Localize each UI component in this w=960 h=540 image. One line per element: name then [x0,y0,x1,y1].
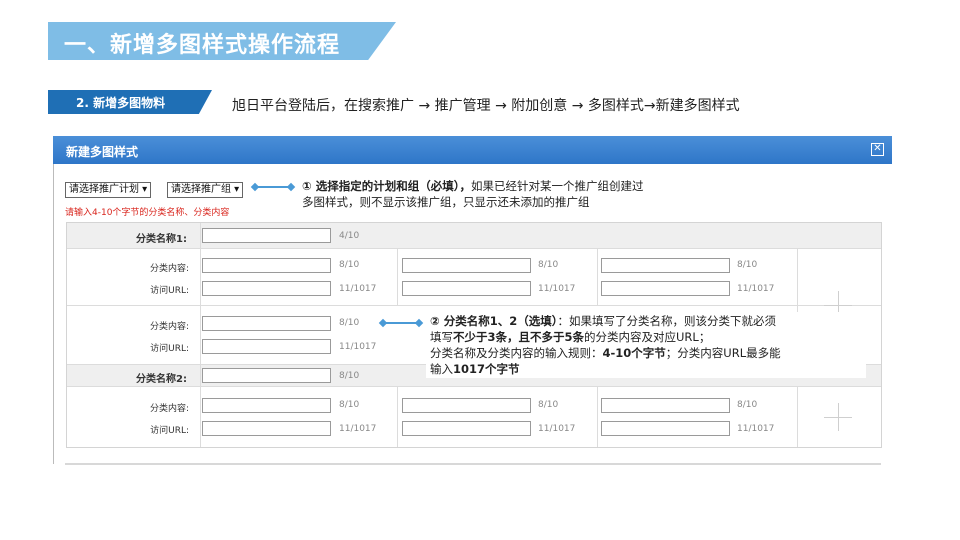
url-input[interactable] [202,421,331,436]
annotation-2-bold: ② 分类名称1、2（选填） [430,314,558,328]
url-counter: 11/1017 [339,424,377,434]
annotation-2-text: ：如果填写了分类名称，则该分类下就必须 [557,314,777,328]
content-counter: 8/10 [339,318,360,328]
annotation-1-bold: ① 选择指定的计划和组（必填）， [302,179,471,193]
divider [597,386,598,447]
content-label: 分类内容: [149,404,189,414]
url-input[interactable] [402,421,531,436]
category1-label: 分类名称1: [136,234,187,245]
divider [397,248,398,305]
url-input[interactable] [402,281,531,296]
url-counter: 11/1017 [538,284,576,294]
url-counter: 11/1017 [737,424,775,434]
annotation-2-line4b: 1017个字节 [453,362,520,376]
url-label: 访问URL: [150,426,189,436]
content-input[interactable] [202,258,331,273]
annotation-2-line2a: 填写 [430,330,453,344]
annotation-1-text: 如果已经针对某一个推广组创建过 [471,179,644,193]
content-counter: 8/10 [339,400,360,410]
content-counter: 8/10 [737,260,758,270]
annotation-1: ① 选择指定的计划和组（必填），如果已经针对某一个推广组创建过 多图样式，则不显… [302,178,644,210]
annotation-2-line3b: 4-10个字节 [602,346,666,360]
content-input[interactable] [202,398,331,413]
url-counter: 11/1017 [339,284,377,294]
annotation-2-line3c: ；分类内容URL最多能 [665,346,781,360]
annotation-1-line2: 多图样式，则不显示该推广组，只显示还未添加的推广组 [302,195,590,209]
url-counter: 11/1017 [339,342,377,352]
dialog-bottom-border [65,463,881,465]
navigation-path-text: 旭日平台登陆后，在搜索推广 → 推广管理 → 附加创意 → 多图样式→新建多图样… [232,98,740,114]
category2-counter: 8/10 [339,371,360,381]
content-input[interactable] [601,398,730,413]
category1-input[interactable] [202,228,331,243]
annotation-2-line2c: 的分类内容及对应URL； [584,330,711,344]
category2-input[interactable] [202,368,331,383]
content-input[interactable] [202,316,331,331]
group-select[interactable]: 请选择推广组 ▾ [167,182,244,198]
url-input[interactable] [202,339,331,354]
content-counter: 8/10 [538,400,559,410]
url-input[interactable] [601,421,730,436]
dialog-border [53,164,54,464]
category2-label: 分类名称2: [136,374,187,385]
dialog-title: 新建多图样式 [66,145,139,159]
plan-select[interactable]: 请选择推广计划 ▾ [65,182,152,198]
add-icon[interactable] [838,403,839,431]
content-label: 分类内容: [149,264,189,274]
url-input[interactable] [601,281,730,296]
divider [200,223,201,447]
step-label: 2. 新增多图物料 [76,96,166,110]
annotation-2-line3a: 分类名称及分类内容的输入规则： [430,346,603,360]
url-input[interactable] [202,281,331,296]
dialog-header [53,136,892,164]
divider [597,248,598,305]
annotation-2-line2b: 不少于3条，且不多于5条 [453,330,585,344]
annotation-2: ② 分类名称1、2（选填）：如果填写了分类名称，则该分类下就必须 填写不少于3条… [430,313,781,377]
content-input[interactable] [601,258,730,273]
category1-counter: 4/10 [339,231,360,241]
divider [67,248,881,249]
url-label: 访问URL: [150,286,189,296]
content-label: 分类内容: [149,322,189,332]
divider [797,386,798,447]
url-label: 访问URL: [150,344,189,354]
content-counter: 8/10 [538,260,559,270]
content-input[interactable] [402,398,531,413]
divider [397,386,398,447]
content-counter: 8/10 [737,400,758,410]
content-input[interactable] [402,258,531,273]
slide-title: 一、新增多图样式操作流程 [64,33,341,58]
content-counter: 8/10 [339,260,360,270]
annotation-2-line4a: 输入 [430,362,453,376]
divider [67,305,881,306]
divider [67,386,881,387]
url-counter: 11/1017 [737,284,775,294]
url-counter: 11/1017 [538,424,576,434]
validation-warning: 请输入4-10个字节的分类名称、分类内容 [65,208,230,218]
close-icon[interactable]: ✕ [871,143,884,156]
category1-row [67,223,881,248]
